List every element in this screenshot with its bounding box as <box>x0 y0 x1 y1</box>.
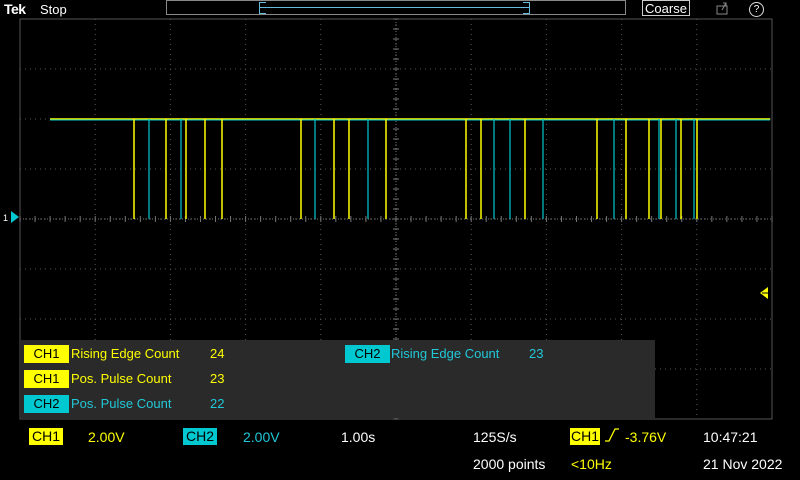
record-length: 2000 points <box>473 456 546 472</box>
coarse-button[interactable]: Coarse <box>642 0 690 16</box>
measurement-value: 23 <box>529 346 544 361</box>
trigger-level[interactable]: -3.76V <box>625 429 666 445</box>
measurement-value: 24 <box>210 346 225 361</box>
measurement-row[interactable]: CH2 Rising Edge Count 23 <box>345 345 645 365</box>
channel-badge-ch1: CH1 <box>24 345 69 363</box>
timebase-value[interactable]: 1.00s <box>341 429 375 445</box>
ch1-label[interactable]: CH1 <box>29 428 63 445</box>
channel-badge-ch2: CH2 <box>24 395 69 413</box>
record-view-window <box>259 7 529 8</box>
channel-badge-ch2: CH2 <box>345 345 390 363</box>
measurement-row[interactable]: CH1 Pos. Pulse Count 23 <box>24 370 324 390</box>
channel-badge-ch1: CH1 <box>24 370 69 388</box>
ch1-scale[interactable]: 2.00V <box>88 429 125 445</box>
measurement-label: Pos. Pulse Count <box>71 396 172 411</box>
trigger-source-label[interactable]: CH1 <box>570 428 600 445</box>
measurement-row[interactable]: CH2 Pos. Pulse Count 22 <box>24 395 324 415</box>
clock-date: 21 Nov 2022 <box>703 456 783 472</box>
measurement-label: Pos. Pulse Count <box>71 371 172 386</box>
trigger-frequency: <10Hz <box>571 456 612 472</box>
channel-ref-marker-icon <box>11 211 19 223</box>
record-view-indicator[interactable] <box>166 0 626 15</box>
measurement-label: Rising Edge Count <box>391 346 500 361</box>
tek-logo: Tek <box>4 1 26 17</box>
status-bar: CH1 2.00V CH2 2.00V 1.00s 125S/s 2000 po… <box>0 426 800 480</box>
measurement-value: 23 <box>210 371 225 386</box>
measurement-row[interactable]: CH1 Rising Edge Count 24 <box>24 345 324 365</box>
record-view-left-bracket <box>259 2 266 14</box>
top-bar: Tek Stop Coarse ? <box>0 0 800 18</box>
measurement-label: Rising Edge Count <box>71 346 180 361</box>
export-icon[interactable] <box>716 2 728 15</box>
record-view-right-bracket <box>523 2 530 14</box>
channel-ref-number: 1 <box>3 213 8 223</box>
measurement-value: 22 <box>210 396 225 411</box>
ch2-label[interactable]: CH2 <box>183 428 217 445</box>
ch2-scale[interactable]: 2.00V <box>243 429 280 445</box>
help-button[interactable]: ? <box>749 2 764 17</box>
sample-rate: 125S/s <box>473 429 517 445</box>
clock-time: 10:47:21 <box>703 429 758 445</box>
run-state-label[interactable]: Stop <box>40 2 67 17</box>
measurements-panel: CH1 Rising Edge Count 24 CH1 Pos. Pulse … <box>20 340 655 418</box>
rising-edge-icon <box>604 427 620 446</box>
